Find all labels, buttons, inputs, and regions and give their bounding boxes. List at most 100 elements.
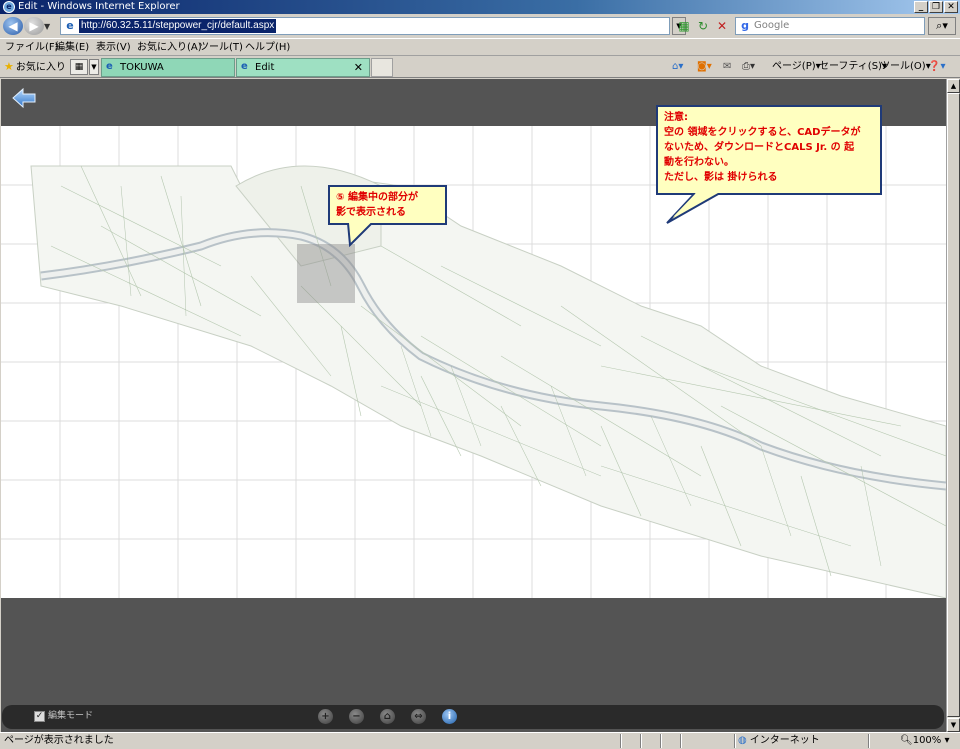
- window-title: Edit - Windows Internet Explorer: [18, 1, 180, 12]
- page-icon: e: [241, 61, 248, 72]
- map-viewer[interactable]: ⑤ 編集中の部分が 影で表示される 注意: 空の 領域をクリックすると、CADデ…: [1, 79, 946, 732]
- tab-close-icon[interactable]: ✕: [354, 59, 363, 76]
- page-menu-label: ページ(P): [772, 61, 816, 72]
- fit-icon: ⇔: [414, 711, 423, 722]
- menu-file[interactable]: ファイル(F): [5, 41, 59, 55]
- globe-icon: ◍: [738, 735, 747, 746]
- refresh-icon: ↻: [697, 19, 709, 33]
- zoom-label: 100%: [912, 735, 942, 746]
- refresh-button[interactable]: ↻: [695, 18, 711, 34]
- home-view-button[interactable]: ⌂: [380, 709, 395, 724]
- zoom-out-button[interactable]: −: [349, 709, 364, 724]
- print-icon[interactable]: ⎙▾: [742, 60, 755, 74]
- callout-line: 影で表示される: [336, 207, 406, 218]
- callout-line: 動を行わない。: [664, 157, 734, 168]
- google-icon: g: [741, 19, 749, 32]
- status-divider: [868, 734, 870, 748]
- callout-line: ないため、ダウンロードとCALS Jr. の 起: [664, 142, 855, 153]
- shadow-note-tail: [347, 223, 373, 247]
- address-url[interactable]: http://60.32.5.11/steppower_cjr/default.…: [79, 19, 277, 33]
- tab-label: Edit: [255, 62, 275, 73]
- status-bar: ページが表示されました ◍ インターネット 🔍︎100% ▾: [0, 732, 960, 749]
- page-menu[interactable]: ページ(P)▾: [772, 60, 821, 74]
- tab-label: TOKUWA: [120, 62, 164, 73]
- tab-list-dropdown[interactable]: ▼: [89, 59, 99, 75]
- search-go-button[interactable]: ⌕▾: [928, 17, 956, 35]
- safety-menu[interactable]: セーフティ(S)▾: [819, 60, 887, 74]
- minimize-button[interactable]: _: [914, 1, 928, 13]
- favorites-label: お気に入り: [15, 62, 66, 73]
- feed-icon[interactable]: ◙▾: [697, 60, 712, 74]
- mail-icon[interactable]: ✉: [723, 60, 731, 74]
- warning-callout: 注意: 空の 領域をクリックすると、CADデータが ないため、ダウンロードとCA…: [656, 105, 882, 195]
- edit-shadow-block[interactable]: [297, 244, 355, 303]
- menu-edit[interactable]: 編集(E): [55, 41, 89, 55]
- menu-help[interactable]: ヘルプ(H): [245, 41, 290, 55]
- compat-icon: ▦: [678, 19, 690, 33]
- scroll-down-button[interactable]: ▼: [947, 718, 960, 732]
- info-button[interactable]: i: [442, 709, 457, 724]
- quick-tabs-button[interactable]: ▦: [70, 59, 88, 75]
- map-canvas[interactable]: [1, 126, 946, 598]
- back-arrow-icon[interactable]: [11, 87, 37, 109]
- menu-bar: ファイル(F) 編集(E) 表示(V) お気に入り(A) ツール(T) ヘルプ(…: [0, 38, 960, 56]
- close-button[interactable]: ✕: [944, 1, 958, 13]
- scroll-thumb[interactable]: [947, 93, 960, 717]
- back-icon: ◀: [8, 19, 18, 33]
- favorites-button[interactable]: ★ お気に入り: [4, 60, 66, 75]
- edit-mode-checkbox[interactable]: ✓: [34, 711, 45, 722]
- menu-favorites[interactable]: お気に入り(A): [137, 41, 202, 55]
- warning-tail: [666, 193, 721, 224]
- new-tab-button[interactable]: [371, 58, 393, 77]
- fit-view-button[interactable]: ⇔: [411, 709, 426, 724]
- safety-menu-label: セーフティ(S): [819, 61, 882, 72]
- tab-edit[interactable]: e Edit ✕: [236, 58, 370, 77]
- status-divider: [680, 734, 682, 748]
- search-go-icon: ⌕▾: [936, 19, 948, 32]
- history-dropdown[interactable]: ▼: [44, 22, 50, 31]
- home-icon[interactable]: ⌂▾: [672, 60, 683, 74]
- callout-line: ⑤ 編集中の部分が: [336, 192, 418, 203]
- callout-line: 空の 領域をクリックすると、CADデータが: [664, 127, 861, 138]
- menu-tools[interactable]: ツール(T): [199, 41, 243, 55]
- map-control-bar: ✓ 編集モード + − ⌂ ⇔ i: [2, 705, 944, 729]
- window-title-bar[interactable]: e Edit - Windows Internet Explorer _ ❐ ✕: [0, 0, 960, 14]
- tools-menu[interactable]: ツール(O)▾: [880, 60, 931, 74]
- tools-menu-label: ツール(O): [880, 61, 926, 72]
- restore-button[interactable]: ❐: [929, 1, 943, 13]
- zoom-in-icon: +: [321, 711, 330, 722]
- zoom-out-icon: −: [352, 711, 361, 722]
- window-controls: _ ❐ ✕: [914, 1, 958, 13]
- tab-tokuwa[interactable]: e TOKUWA: [101, 58, 235, 77]
- help-icon[interactable]: ❓▾: [928, 60, 945, 74]
- search-input[interactable]: g Google: [735, 17, 925, 35]
- address-toolbar: ◀ ▶ ▼ e http://60.32.5.11/steppower_cjr/…: [0, 14, 960, 38]
- back-button[interactable]: ◀: [3, 17, 23, 35]
- shadow-note-callout: ⑤ 編集中の部分が 影で表示される: [328, 185, 447, 225]
- zone-label: インターネット: [749, 735, 820, 746]
- address-field[interactable]: e http://60.32.5.11/steppower_cjr/defaul…: [60, 17, 670, 35]
- cad-map[interactable]: [1, 126, 946, 598]
- security-zone[interactable]: ◍ インターネット: [738, 734, 820, 748]
- ie-logo-icon: e: [3, 1, 15, 13]
- stop-button[interactable]: ✕: [714, 18, 730, 34]
- forward-button[interactable]: ▶: [24, 17, 44, 35]
- info-icon: i: [447, 711, 452, 722]
- zoom-in-button[interactable]: +: [318, 709, 333, 724]
- edit-mode-label: 編集モード: [48, 711, 94, 721]
- star-icon: ★: [4, 60, 14, 73]
- tab-bar: ★ お気に入り ▦ ▼ e TOKUWA e Edit ✕ ⌂▾ ◙▾ ✉ ⎙▾ …: [0, 56, 960, 78]
- status-text: ページが表示されました: [4, 735, 114, 746]
- zoom-level[interactable]: 🔍︎100% ▾: [900, 734, 950, 748]
- callout-line: ただし、影は 掛けられる: [664, 172, 778, 183]
- menu-view[interactable]: 表示(V): [96, 41, 131, 55]
- page-icon: e: [106, 61, 113, 72]
- compat-button[interactable]: ▦: [676, 18, 692, 34]
- page-icon: e: [66, 19, 74, 32]
- status-divider: [620, 734, 622, 748]
- status-divider: [640, 734, 642, 748]
- status-divider: [734, 734, 736, 748]
- home-view-icon: ⌂: [383, 711, 392, 722]
- vertical-scrollbar[interactable]: ▲ ▼: [946, 79, 960, 732]
- scroll-up-button[interactable]: ▲: [947, 79, 960, 93]
